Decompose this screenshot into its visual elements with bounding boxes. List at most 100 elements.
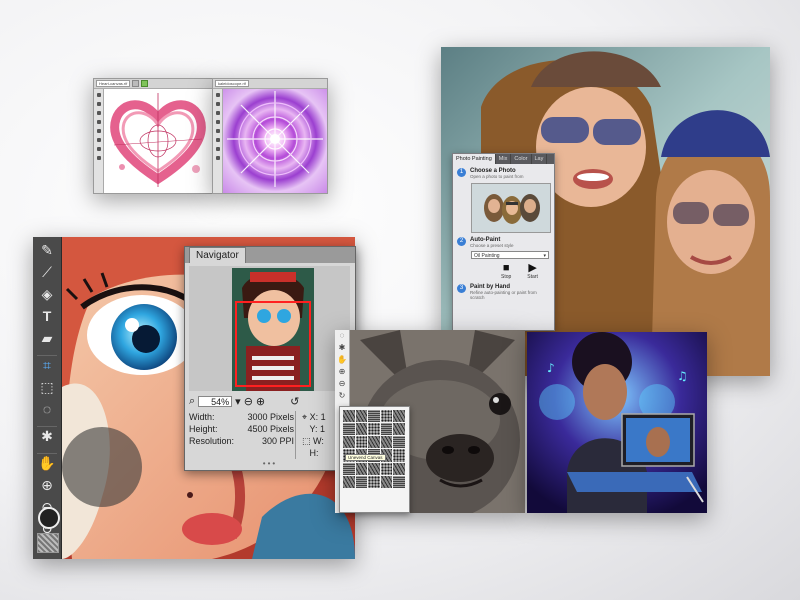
brush-icon[interactable] [215, 93, 220, 97]
rotate-icon[interactable]: ↻ [335, 392, 349, 404]
paper-swatch[interactable] [380, 410, 393, 423]
text-icon[interactable] [215, 120, 220, 124]
heart-canvas[interactable] [104, 89, 212, 193]
paper-swatch[interactable] [343, 475, 355, 488]
zoom-out-icon[interactable]: ⊖ [244, 395, 253, 408]
zoom-icon[interactable] [96, 156, 101, 160]
paper-swatch[interactable] [355, 410, 368, 423]
main-color-swatch[interactable] [38, 507, 60, 529]
maximize-button[interactable] [141, 80, 149, 87]
dropper-icon[interactable] [96, 102, 101, 106]
paper-swatch[interactable] [355, 462, 368, 475]
paper-swatch[interactable] [380, 423, 393, 436]
paper-swatch[interactable] [368, 410, 380, 423]
hand-icon[interactable] [215, 147, 220, 151]
select-rect-icon[interactable]: ⬚ [33, 380, 61, 402]
paper-swatch[interactable] [380, 475, 393, 488]
panel-resize-handle[interactable]: ••• [185, 459, 355, 468]
paper-swatch[interactable] [355, 423, 368, 436]
minimize-button[interactable] [132, 80, 140, 87]
paper-swatch[interactable] [368, 475, 380, 488]
paper-swatch[interactable] [393, 462, 405, 475]
tab-layers[interactable]: Lay [532, 154, 548, 164]
paper-swatch[interactable] [380, 462, 393, 475]
preset-style-select[interactable]: Oil Painting [471, 251, 549, 260]
zoom-in-icon[interactable]: ⊕ [33, 478, 61, 500]
play-icon: ▶ [528, 262, 537, 274]
stop-label: Stop [501, 274, 512, 280]
crop-icon[interactable]: ⌗ [33, 358, 61, 380]
tab-color[interactable]: Color [511, 154, 532, 164]
height-row: Height: 4500 Pixels [189, 423, 294, 435]
paper-swatch[interactable] [343, 436, 355, 449]
brush-icon[interactable]: ✎ [33, 243, 61, 265]
kaleidoscope-doc-tab[interactable]: kaleidoscope.rif [215, 80, 249, 87]
stop-icon: ■ [502, 262, 510, 274]
zoom-in-icon[interactable]: ⊕ [256, 395, 265, 408]
tab-mix[interactable]: Mix [496, 154, 512, 164]
kaleidoscope-doc-window: kaleidoscope.rif [212, 78, 328, 194]
paper-swatch[interactable] [393, 449, 405, 462]
crosshair-icon: ⌖ [302, 412, 308, 422]
select-icon[interactable] [215, 138, 220, 142]
fill-icon[interactable]: ◈ [33, 287, 61, 309]
music-artwork-canvas[interactable]: ♪ ♫ [527, 332, 707, 513]
heart-artwork [110, 93, 206, 187]
lasso-icon[interactable]: ◌ [33, 402, 61, 424]
source-photo-thumbnail[interactable] [471, 183, 551, 233]
brush-icon[interactable] [96, 93, 101, 97]
start-button[interactable]: ▶ Start [527, 262, 538, 281]
text-icon[interactable] [96, 120, 101, 124]
selection-size-icon: ⬚ [302, 436, 311, 446]
step-number-2: 2 [457, 237, 466, 246]
eraser-icon[interactable]: ▰ [33, 331, 61, 353]
paper-texture-swatch[interactable] [37, 533, 59, 553]
x-label: X: [309, 412, 319, 422]
paper-swatch[interactable] [343, 423, 355, 436]
paper-swatch[interactable] [343, 462, 355, 475]
paper-texture-grid [343, 410, 405, 488]
x-value: 1 [320, 412, 326, 422]
paper-swatch[interactable] [393, 423, 405, 436]
heart-doc-tab[interactable]: Heart-canvas.rif [96, 80, 131, 87]
paper-swatch[interactable] [368, 436, 380, 449]
crop-icon[interactable] [215, 129, 220, 133]
width-value: 3000 Pixels [247, 412, 294, 422]
select-icon[interactable] [96, 138, 101, 142]
source-photo-image [472, 184, 550, 232]
fill-icon[interactable] [215, 111, 220, 115]
paper-swatch[interactable] [393, 410, 405, 423]
paper-swatch[interactable] [393, 475, 405, 488]
zoom-level-field[interactable]: 54% [198, 395, 233, 407]
height-value: 4500 Pixels [247, 424, 294, 434]
text-icon[interactable]: T [33, 309, 61, 331]
fill-icon[interactable] [96, 111, 101, 115]
navigator-preview[interactable] [232, 268, 314, 391]
crop-icon[interactable] [96, 129, 101, 133]
shape-icon[interactable]: ✱ [33, 429, 61, 451]
paper-swatch[interactable] [343, 410, 355, 423]
navigator-tab[interactable]: Navigator [189, 247, 246, 263]
dropper-icon[interactable]: ⟋ [33, 265, 61, 287]
paper-swatch[interactable] [393, 436, 405, 449]
step-paint-by-hand: 3 Paint by Hand Refine auto-painting or … [453, 280, 554, 300]
zoom-dropdown-icon[interactable]: ▾ [235, 395, 241, 408]
rotate-reset-icon[interactable]: ↺ [290, 395, 299, 408]
kaleidoscope-canvas[interactable] [223, 89, 327, 193]
heart-doc-window: Heart-canvas.rif [93, 78, 213, 194]
paper-swatch[interactable] [368, 462, 380, 475]
hand-icon[interactable]: ✋ [33, 456, 61, 478]
paper-texture-picker: Unevend Canvas [339, 406, 410, 513]
stop-button[interactable]: ■ Stop [501, 262, 512, 281]
tab-photo-painting[interactable]: Photo Painting [453, 154, 496, 164]
hand-icon[interactable] [96, 147, 101, 151]
zoom-icon[interactable] [215, 156, 220, 160]
paper-swatch[interactable] [380, 436, 393, 449]
paper-swatch[interactable] [368, 423, 380, 436]
resolution-row: Resolution: 300 PPI [189, 435, 294, 447]
paper-swatch[interactable] [355, 436, 368, 449]
h-label: H: [309, 448, 319, 458]
dropper-icon[interactable] [215, 102, 220, 106]
navigator-zoom-bar: ⌕ 54% ▾ ⊖ ⊕ ↺ [189, 394, 350, 408]
paper-swatch[interactable] [355, 475, 368, 488]
